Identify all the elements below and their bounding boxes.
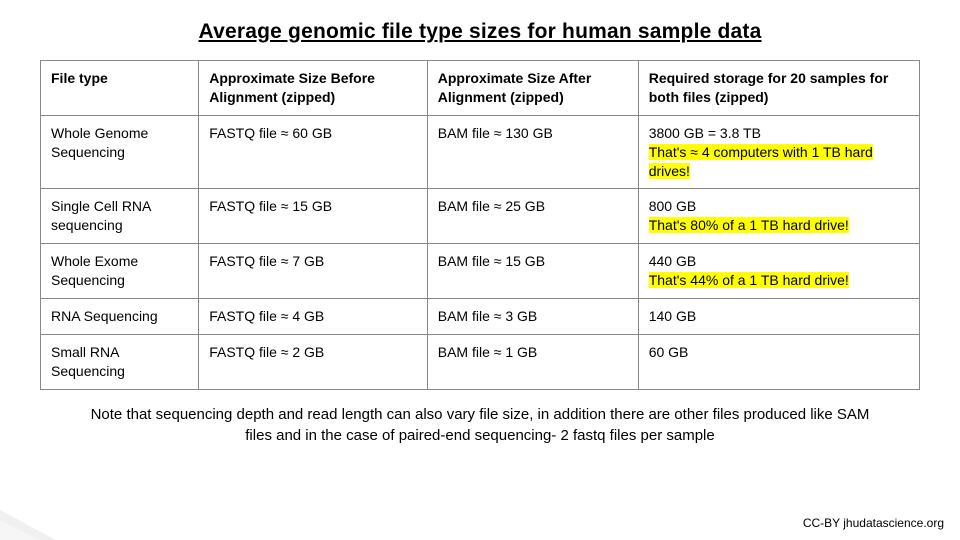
storage-value: 440 GB: [649, 253, 696, 269]
th-before: Approximate Size Before Alignment (zippe…: [199, 61, 428, 116]
storage-value: 60 GB: [649, 344, 689, 360]
storage-note-highlight: That's 80% of a 1 TB hard drive!: [649, 217, 849, 233]
cell-storage: 3800 GB = 3.8 TB That's ≈ 4 computers wi…: [638, 115, 919, 189]
cell-file-type: Single Cell RNA sequencing: [41, 189, 199, 244]
cell-before: FASTQ file ≈ 60 GB: [199, 115, 428, 189]
page-title: Average genomic file type sizes for huma…: [40, 20, 920, 44]
cell-storage: 140 GB: [638, 299, 919, 335]
cell-file-type: Whole Genome Sequencing: [41, 115, 199, 189]
table-row: Whole Exome Sequencing FASTQ file ≈ 7 GB…: [41, 244, 920, 299]
table-header-row: File type Approximate Size Before Alignm…: [41, 61, 920, 116]
th-file-type: File type: [41, 61, 199, 116]
cell-after: BAM file ≈ 1 GB: [427, 334, 638, 389]
table-row: Small RNA Sequencing FASTQ file ≈ 2 GB B…: [41, 334, 920, 389]
cell-before: FASTQ file ≈ 4 GB: [199, 299, 428, 335]
cell-storage: 440 GB That's 44% of a 1 TB hard drive!: [638, 244, 919, 299]
corner-decoration-icon: [0, 500, 56, 540]
table-row: Single Cell RNA sequencing FASTQ file ≈ …: [41, 189, 920, 244]
footnote: Note that sequencing depth and read leng…: [80, 404, 880, 448]
cell-after: BAM file ≈ 130 GB: [427, 115, 638, 189]
credit-text: CC-BY jhudatascience.org: [803, 516, 944, 530]
storage-value: 800 GB: [649, 198, 696, 214]
cell-file-type: RNA Sequencing: [41, 299, 199, 335]
cell-storage: 800 GB That's 80% of a 1 TB hard drive!: [638, 189, 919, 244]
cell-storage: 60 GB: [638, 334, 919, 389]
storage-note-highlight: That's ≈ 4 computers with 1 TB hard driv…: [649, 144, 873, 179]
cell-before: FASTQ file ≈ 15 GB: [199, 189, 428, 244]
table-row: RNA Sequencing FASTQ file ≈ 4 GB BAM fil…: [41, 299, 920, 335]
table-row: Whole Genome Sequencing FASTQ file ≈ 60 …: [41, 115, 920, 189]
cell-file-type: Whole Exome Sequencing: [41, 244, 199, 299]
th-after: Approximate Size After Alignment (zipped…: [427, 61, 638, 116]
cell-before: FASTQ file ≈ 2 GB: [199, 334, 428, 389]
cell-before: FASTQ file ≈ 7 GB: [199, 244, 428, 299]
cell-file-type: Small RNA Sequencing: [41, 334, 199, 389]
sizes-table: File type Approximate Size Before Alignm…: [40, 60, 920, 390]
cell-after: BAM file ≈ 3 GB: [427, 299, 638, 335]
storage-value: 140 GB: [649, 308, 696, 324]
storage-note-highlight: That's 44% of a 1 TB hard drive!: [649, 272, 849, 288]
th-storage: Required storage for 20 samples for both…: [638, 61, 919, 116]
cell-after: BAM file ≈ 15 GB: [427, 244, 638, 299]
cell-after: BAM file ≈ 25 GB: [427, 189, 638, 244]
storage-value: 3800 GB = 3.8 TB: [649, 125, 761, 141]
